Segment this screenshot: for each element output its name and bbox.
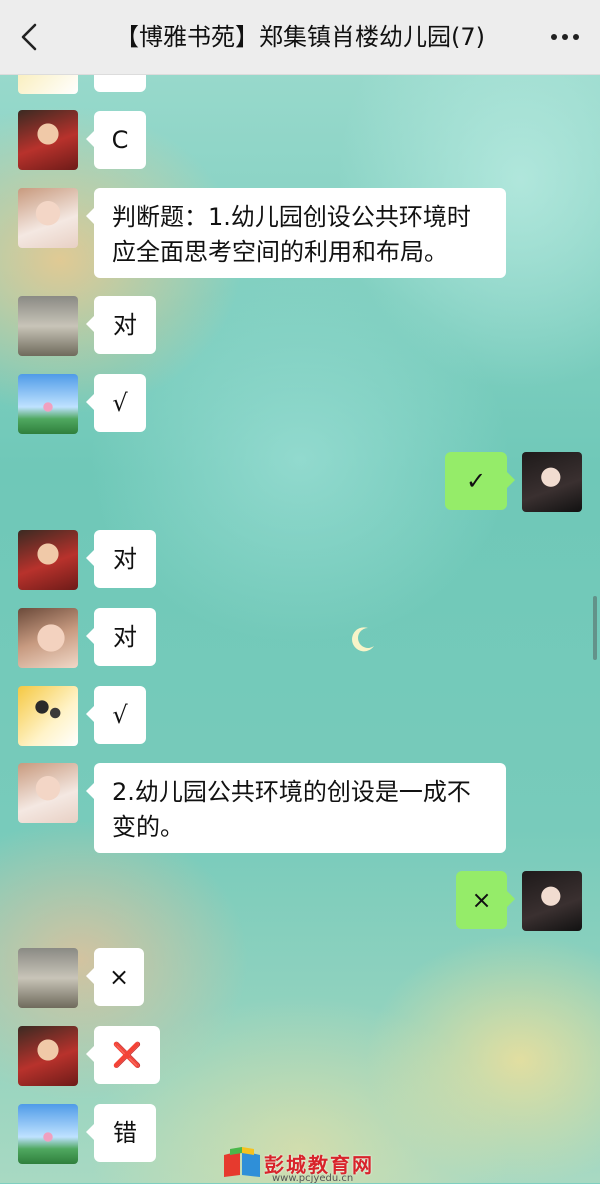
message-bubble[interactable]: √ — [86, 686, 146, 744]
message-bubble[interactable]: 对 — [86, 530, 156, 588]
message-bubble-self[interactable]: × — [456, 871, 515, 929]
message-bubble[interactable]: 2.幼儿园公共环境的创设是一成不变的。 — [86, 763, 506, 853]
message-bubble[interactable]: ❌ — [86, 1026, 160, 1084]
message-text: 对 — [113, 311, 137, 339]
watermark: 彭城教育网 www.pcjyedu.cn — [220, 1146, 374, 1184]
message-bubble[interactable]: 判断题：1.幼儿园创设公共环境时应全面思考空间的利用和布局。 — [86, 188, 506, 278]
chat-title: 【博雅书苑】郑集镇肖楼幼儿园(7) — [115, 23, 485, 51]
watermark-url: www.pcjyedu.cn — [272, 1173, 354, 1184]
avatar-child-red[interactable] — [18, 1026, 78, 1086]
chat-header: 【博雅书苑】郑集镇肖楼幼儿园(7) — [0, 0, 600, 75]
more-dots-icon — [551, 34, 579, 40]
message-bubble[interactable]: 错 — [86, 1104, 156, 1162]
back-button[interactable] — [18, 22, 48, 52]
avatar-cartoon-family[interactable] — [18, 686, 78, 746]
message-text: ❌ — [112, 1041, 142, 1069]
chat-background — [0, 0, 600, 1183]
avatar-lotus-sky[interactable] — [18, 374, 78, 434]
message-text: 错 — [113, 1119, 137, 1147]
avatar-child-face[interactable] — [18, 608, 78, 668]
chevron-left-icon — [21, 23, 37, 51]
more-options-button[interactable] — [548, 22, 582, 52]
message-text: √ — [112, 701, 128, 729]
avatar-woman-portrait[interactable] — [18, 188, 78, 248]
message-bubble[interactable]: × — [86, 948, 144, 1006]
message-text: ✓ — [465, 467, 487, 495]
message-bubble[interactable]: C — [86, 111, 146, 169]
message-bubble[interactable]: 对 — [86, 608, 156, 666]
avatar-child-red[interactable] — [18, 530, 78, 590]
message-bubble[interactable]: √ — [86, 374, 146, 432]
message-text: 对 — [113, 623, 137, 651]
avatar-girl-dark[interactable] — [522, 452, 582, 512]
scrollbar-thumb[interactable] — [593, 596, 597, 660]
book-logo-icon — [224, 1147, 260, 1177]
avatar-street-scene[interactable] — [18, 948, 78, 1008]
message-text: C — [111, 126, 129, 154]
avatar-lotus-sky[interactable] — [18, 1104, 78, 1164]
message-text: √ — [112, 389, 128, 417]
message-text: 2.幼儿园公共环境的创设是一成不变的。 — [112, 778, 471, 841]
message-text: × — [108, 963, 130, 991]
message-text: 对 — [113, 545, 137, 573]
avatar-woman-portrait[interactable] — [18, 763, 78, 823]
avatar-street-scene[interactable] — [18, 296, 78, 356]
message-bubble[interactable]: 对 — [86, 296, 156, 354]
avatar-child-red[interactable] — [18, 110, 78, 170]
message-text: 判断题：1.幼儿园创设公共环境时应全面思考空间的利用和布局。 — [112, 203, 471, 266]
avatar-girl-dark[interactable] — [522, 871, 582, 931]
message-text: × — [471, 886, 492, 914]
moon-decoration-icon — [352, 627, 374, 652]
message-bubble-self[interactable]: ✓ — [445, 452, 515, 510]
